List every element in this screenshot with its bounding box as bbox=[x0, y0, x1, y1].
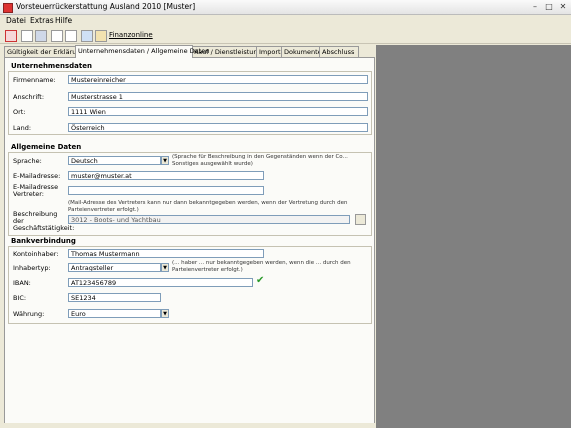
iban-field[interactable]: AT123456789 bbox=[68, 278, 253, 287]
land-label: Land: bbox=[13, 124, 32, 132]
bic-label: BIC: bbox=[13, 294, 27, 302]
status-bar bbox=[0, 423, 376, 428]
empty-workspace bbox=[376, 45, 571, 428]
anschrift-label: Anschrift: bbox=[13, 93, 45, 101]
new-document-icon[interactable] bbox=[21, 30, 33, 42]
maximize-icon[interactable]: □ bbox=[542, 1, 556, 12]
print-preview-icon[interactable] bbox=[65, 30, 77, 42]
waehrung-select[interactable]: Euro bbox=[68, 309, 161, 318]
exit-icon[interactable] bbox=[5, 30, 17, 42]
tab-import[interactable]: Import bbox=[256, 46, 283, 57]
iban-label: IBAN: bbox=[13, 279, 31, 287]
lookup-icon[interactable] bbox=[355, 214, 366, 225]
anschrift-field[interactable]: Musterstrasse 1 bbox=[68, 92, 368, 101]
info-icon[interactable] bbox=[81, 30, 93, 42]
unternehmensdaten-title: Unternehmensdaten bbox=[11, 62, 92, 70]
firmenname-label: Firmenname: bbox=[13, 76, 56, 84]
print-icon[interactable] bbox=[51, 30, 63, 42]
inhabertyp-select[interactable]: Antragsteller bbox=[68, 263, 161, 272]
tab-dokumente[interactable]: Dokumente bbox=[281, 46, 322, 57]
menu-extras[interactable]: Extras bbox=[30, 16, 54, 25]
close-icon[interactable]: ✕ bbox=[556, 1, 570, 12]
title-bar: Vorsteuerrückerstattung Ausland 2010 [Mu… bbox=[0, 0, 571, 15]
waehrung-label: Währung: bbox=[13, 310, 45, 318]
land-field[interactable]: Österreich bbox=[68, 123, 368, 132]
email-field[interactable]: muster@muster.at bbox=[68, 171, 264, 180]
minimize-icon[interactable]: – bbox=[528, 1, 542, 12]
toolbar: Finanzonline bbox=[0, 28, 571, 44]
checkmark-icon[interactable]: ✔ bbox=[256, 275, 264, 286]
sprache-select[interactable]: Deutsch bbox=[68, 156, 161, 165]
save-icon[interactable] bbox=[35, 30, 47, 42]
bankverbindung-title: Bankverbindung bbox=[11, 237, 76, 245]
bic-field[interactable]: SE1234 bbox=[68, 293, 161, 302]
menu-hilfe[interactable]: Hilfe bbox=[55, 16, 72, 25]
beschreibung-label: Beschreibung der Geschäftstätigkeit: bbox=[13, 210, 75, 232]
email-label: E-Mailadresse: bbox=[13, 172, 61, 180]
ort-label: Ort: bbox=[13, 108, 26, 116]
firmenname-field[interactable]: Mustereinreicher bbox=[68, 75, 368, 84]
finanzonline-button[interactable]: Finanzonline bbox=[109, 31, 153, 39]
sprache-note: (Sprache für Beschreibung in den Gegenst… bbox=[172, 154, 348, 167]
vertreter-note: (Mail-Adresse des Vertreters kann nur da… bbox=[68, 200, 348, 213]
chevron-down-icon[interactable]: ▼ bbox=[161, 309, 169, 318]
inhabertyp-label: Inhabertyp: bbox=[13, 264, 51, 272]
tab-content-panel: Unternehmensdaten Firmenname: Mustereinr… bbox=[4, 57, 375, 425]
finanzonline-icon[interactable] bbox=[95, 30, 107, 42]
email-vertreter-field[interactable] bbox=[68, 186, 264, 195]
tab-gueltigkeit[interactable]: Gültigkeit der Erklärung bbox=[4, 46, 85, 57]
kontoinhaber-label: Kontoinhaber: bbox=[13, 250, 59, 258]
chevron-down-icon[interactable]: ▼ bbox=[161, 156, 169, 165]
sprache-label: Sprache: bbox=[13, 157, 42, 165]
chevron-down-icon[interactable]: ▼ bbox=[161, 263, 169, 272]
tab-unternehmensdaten[interactable]: Unternehmensdaten / Allgemeine Daten bbox=[75, 45, 209, 58]
inhabertyp-note: (... haber ... nur bekanntgegeben werden… bbox=[172, 260, 351, 273]
menu-bar: Datei Extras Hilfe bbox=[0, 15, 571, 27]
window-title: Vorsteuerrückerstattung Ausland 2010 [Mu… bbox=[16, 2, 196, 11]
tab-abschluss[interactable]: Abschluss bbox=[319, 46, 359, 57]
allgemeine-daten-title: Allgemeine Daten bbox=[11, 143, 82, 151]
app-icon bbox=[3, 3, 13, 13]
email-vertreter-label: E-Mailadresse Vertreter: bbox=[13, 183, 59, 198]
beschreibung-field[interactable]: 3012 - Boots- und Yachtbau bbox=[68, 215, 350, 224]
kontoinhaber-field[interactable]: Thomas Mustermann bbox=[68, 249, 264, 258]
menu-datei[interactable]: Datei bbox=[6, 16, 26, 25]
ort-field[interactable]: 1111 Wien bbox=[68, 107, 368, 116]
